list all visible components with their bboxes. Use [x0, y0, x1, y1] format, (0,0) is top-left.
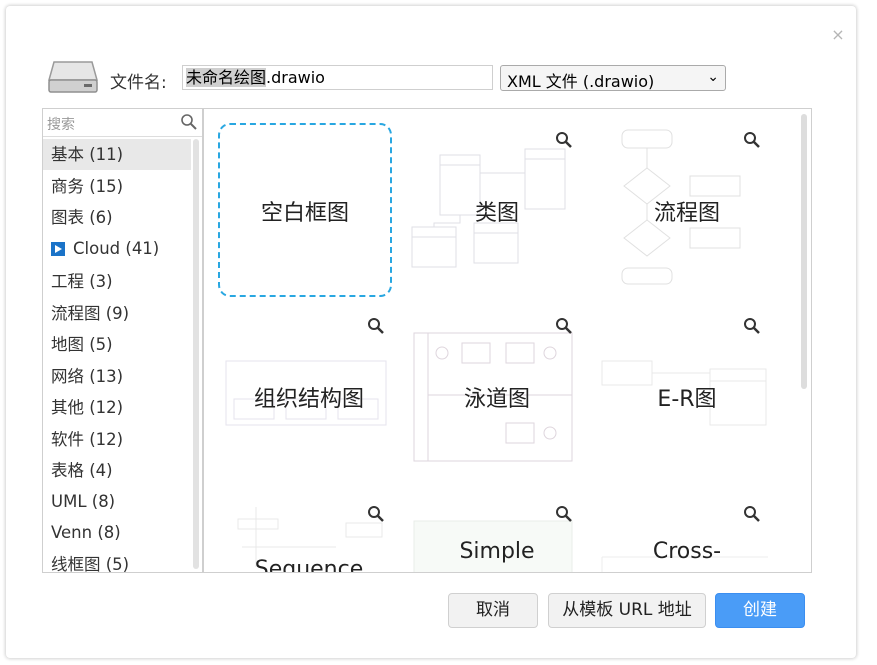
category-label: 商务 (15): [51, 177, 124, 196]
zoom-icon[interactable]: [555, 317, 573, 335]
zoom-icon[interactable]: [743, 317, 761, 335]
category-cloud[interactable]: Cloud (41): [43, 233, 191, 264]
chevron-down-icon: ⌄: [707, 69, 719, 85]
category-label: 网络 (13): [51, 367, 124, 386]
category-label: UML (8): [51, 492, 116, 511]
category-label: 地图 (5): [51, 335, 113, 354]
category-maps[interactable]: 地图 (5): [43, 329, 191, 360]
category-label: 软件 (12): [51, 430, 124, 449]
category-venn[interactable]: Venn (8): [43, 517, 191, 548]
template-label: 流程图: [653, 201, 720, 226]
zoom-icon[interactable]: [743, 505, 761, 523]
category-engineering[interactable]: 工程 (3): [43, 266, 191, 297]
category-charts[interactable]: 图表 (6): [43, 202, 191, 233]
filename-extension: .drawio: [266, 68, 325, 87]
template-flowchart[interactable]: 流程图: [600, 123, 774, 297]
category-label: 线框图 (5): [51, 555, 130, 573]
template-blank[interactable]: 空白框图: [218, 123, 392, 297]
filetype-select[interactable]: XML 文件 (.drawio) ⌄: [500, 65, 726, 91]
category-other[interactable]: 其他 (12): [43, 392, 191, 423]
template-class-diagram[interactable]: 类图: [410, 123, 584, 297]
template-org-chart[interactable]: 组织结构图: [222, 309, 396, 483]
search-icon[interactable]: [180, 113, 198, 131]
template-label: 类图: [474, 201, 519, 226]
template-label: Cross-: [652, 539, 722, 564]
cancel-button[interactable]: 取消: [448, 593, 538, 628]
category-label: 基本 (11): [51, 145, 124, 164]
filename-input[interactable]: 未命名绘图.drawio: [182, 65, 493, 90]
template-label: 空白框图: [260, 201, 349, 226]
category-label: 图表 (6): [51, 208, 113, 227]
template-er-diagram[interactable]: E-R图: [600, 309, 774, 483]
category-tables[interactable]: 表格 (4): [43, 455, 191, 486]
category-network[interactable]: 网络 (13): [43, 361, 191, 392]
filename-selected-text: 未命名绘图: [186, 68, 267, 87]
drive-icon: [48, 61, 98, 93]
zoom-icon[interactable]: [367, 317, 385, 335]
template-label: 泳道图: [463, 387, 530, 412]
category-flowchart[interactable]: 流程图 (9): [43, 298, 191, 329]
gallery-scrollbar[interactable]: [801, 114, 807, 389]
category-uml[interactable]: UML (8): [43, 486, 191, 517]
category-business[interactable]: 商务 (15): [43, 171, 191, 202]
search-box[interactable]: 搜索: [43, 109, 202, 137]
category-basic[interactable]: 基本 (11): [43, 139, 191, 170]
zoom-icon[interactable]: [555, 131, 573, 149]
template-cross-functional[interactable]: Cross-: [600, 497, 774, 572]
category-label: 工程 (3): [51, 272, 113, 291]
template-gallery: 空白框图 类图 流程图 组织结构图 泳道图 E-R图 Sequence Simp…: [203, 108, 812, 573]
zoom-icon[interactable]: [555, 505, 573, 523]
category-label: Cloud (41): [73, 239, 160, 258]
template-label: Simple: [459, 539, 535, 564]
template-simple[interactable]: Simple: [410, 497, 584, 572]
category-sidebar: 搜索 基本 (11) 商务 (15) 图表 (6) Cloud (41) 工程 …: [42, 108, 203, 573]
template-label: 组织结构图: [253, 387, 364, 412]
filename-label: 文件名:: [110, 73, 167, 93]
zoom-icon[interactable]: [743, 131, 761, 149]
expand-icon[interactable]: [51, 242, 65, 256]
sidebar-scrollbar[interactable]: [193, 139, 199, 569]
category-label: 流程图 (9): [51, 304, 130, 323]
zoom-icon[interactable]: [367, 505, 385, 523]
search-input[interactable]: 搜索: [47, 114, 75, 134]
category-wireframes[interactable]: 线框图 (5): [43, 549, 191, 573]
category-label: Venn (8): [51, 523, 121, 542]
create-button[interactable]: 创建: [715, 593, 805, 628]
category-label: 表格 (4): [51, 461, 113, 480]
category-label: 其他 (12): [51, 398, 124, 417]
template-label: Sequence: [254, 557, 364, 573]
template-label: E-R图: [657, 387, 717, 412]
close-icon[interactable]: ×: [831, 27, 845, 43]
filetype-value: XML 文件 (.drawio): [507, 72, 655, 91]
template-swimlane[interactable]: 泳道图: [410, 309, 584, 483]
template-sequence[interactable]: Sequence: [222, 497, 396, 573]
from-url-button[interactable]: 从模板 URL 地址: [548, 593, 706, 628]
category-software[interactable]: 软件 (12): [43, 424, 191, 455]
